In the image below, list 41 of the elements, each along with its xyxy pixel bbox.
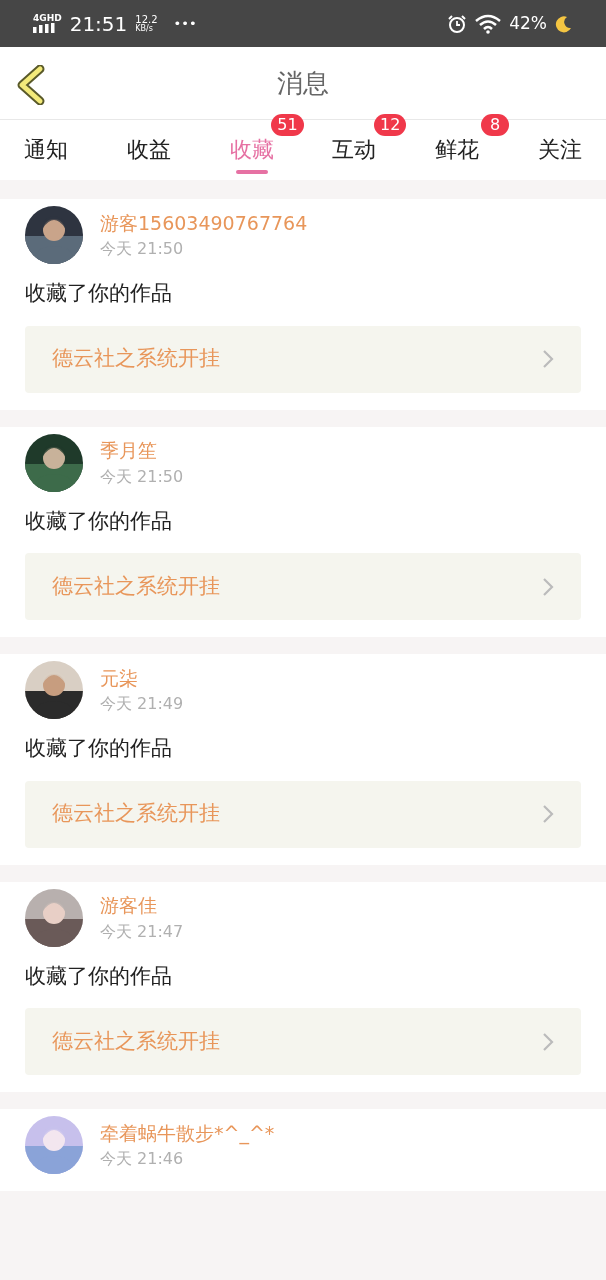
more-indicator: ••• <box>173 14 197 33</box>
speed-unit: KB/s <box>135 24 154 33</box>
count-badge: 12 <box>374 114 407 136</box>
user-name[interactable]: 游客佳 <box>100 891 184 920</box>
tab[interactable]: 通知 <box>14 120 78 180</box>
work-link[interactable]: 德云社之系统开挂 <box>25 780 581 848</box>
wifi-icon <box>475 13 502 34</box>
count-badge: 8 <box>481 114 510 136</box>
message-text: 收藏了你的作品 <box>25 280 173 307</box>
back-chevron-icon <box>16 65 46 105</box>
battery-level: 42% <box>509 11 547 35</box>
message-time: 今天 21:50 <box>100 238 185 261</box>
chevron-right-icon <box>542 576 554 597</box>
page-title: 消息 <box>277 66 329 100</box>
message-time: 今天 21:47 <box>100 920 184 943</box>
work-link[interactable]: 德云社之系统开挂 <box>25 553 581 620</box>
user-name[interactable]: 季月笙 <box>100 436 184 465</box>
signal-icon <box>33 23 57 33</box>
alarm-icon <box>447 13 468 34</box>
back-button[interactable] <box>16 65 46 105</box>
clock-time: 21:51 <box>69 10 128 38</box>
network-speed: 12.2 <box>135 14 158 25</box>
work-link[interactable]: 德云社之系统开挂 <box>25 325 581 393</box>
user-name[interactable]: 元柒 <box>100 663 184 693</box>
chevron-right-icon <box>542 1031 554 1052</box>
work-link[interactable]: 德云社之系统开挂 <box>25 1008 581 1075</box>
message-text: 收藏了你的作品 <box>25 507 173 535</box>
count-badge: 51 <box>271 114 304 136</box>
message-text: 收藏了你的作品 <box>25 735 173 762</box>
chevron-right-icon <box>542 349 554 369</box>
tab[interactable]: 关注 <box>528 120 592 180</box>
chevron-right-icon <box>542 804 554 824</box>
tab[interactable]: 收益 <box>116 120 181 180</box>
message-time: 今天 21:49 <box>100 693 184 716</box>
message-text: 收藏了你的作品 <box>25 962 173 990</box>
user-name[interactable]: 牵着蜗牛散步*^_^* <box>100 1118 275 1148</box>
message-time: 今天 21:50 <box>100 465 184 488</box>
user-name[interactable]: 游客15603490767764 <box>100 208 308 238</box>
message-time: 今天 21:46 <box>100 1148 185 1171</box>
network-label: 4GHD <box>33 14 62 23</box>
moon-icon <box>555 14 573 33</box>
